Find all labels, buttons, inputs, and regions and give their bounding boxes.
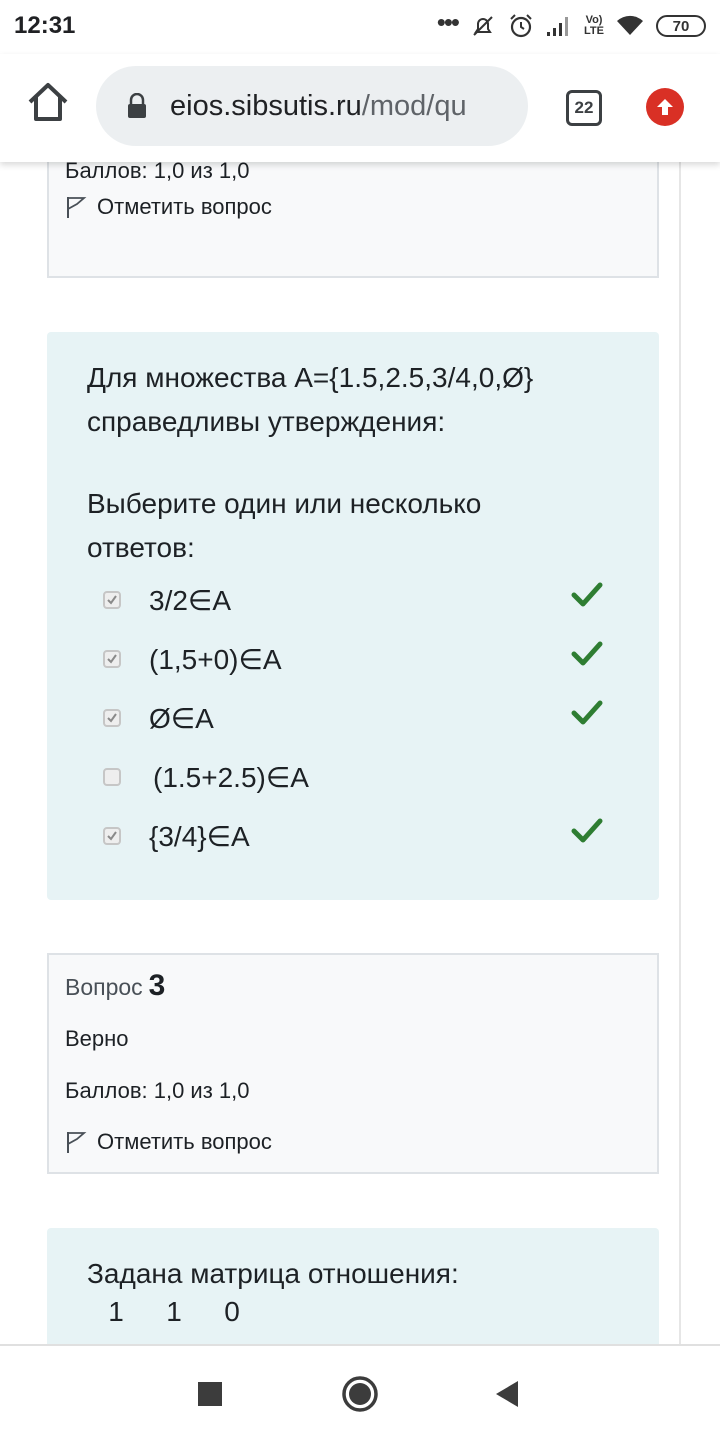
volte-bottom: LTE: [584, 25, 604, 37]
checkbox-tick-icon: [107, 713, 117, 723]
home-circle-icon[interactable]: [340, 1374, 380, 1414]
url-text: eios.sibsutis.ru/mod/qu: [170, 90, 467, 123]
answer-option[interactable]: (1,5+0)∈A: [103, 634, 643, 684]
checkbox-tick-icon: [107, 654, 117, 664]
question4-formulation: Задана матрица отношения: 1 1 0: [47, 1228, 659, 1344]
answer-checkbox[interactable]: [103, 650, 121, 668]
page-content: Баллов: 1,0 из 1,0 Отметить вопрос Для м…: [0, 162, 720, 1344]
correct-check-icon: [571, 700, 603, 725]
checkbox-tick-icon: [107, 831, 117, 841]
alarm-off-icon: [473, 16, 493, 36]
question1-flag-label: Отметить вопрос: [97, 194, 272, 219]
answer-label: 3/2∈A: [149, 584, 231, 616]
question2-instruction-line1: Выберите один или несколько: [87, 488, 482, 519]
browser-toolbar: eios.sibsutis.ru/mod/qu 22: [0, 54, 720, 162]
answer-checkbox[interactable]: [103, 827, 121, 845]
update-button[interactable]: [646, 88, 684, 126]
correct-check-icon: [571, 818, 603, 843]
question3-score: Баллов: 1,0 из 1,0: [65, 1078, 250, 1103]
answer-checkbox[interactable]: [103, 709, 121, 727]
correct-check-icon: [571, 641, 603, 666]
status-icons: ••• Vo) LTE 70: [436, 7, 706, 42]
answer-label: {3/4}∈A: [149, 820, 250, 852]
question2-prompt: Для множества A={1.5,2.5,3/4,0,Ø} справе…: [87, 356, 533, 444]
checkbox-tick-icon: [107, 595, 117, 605]
home-icon[interactable]: [24, 78, 72, 126]
address-bar[interactable]: eios.sibsutis.ru/mod/qu: [96, 66, 528, 146]
system-navigation-bar: [0, 1344, 720, 1440]
question3-label: Вопрос: [65, 974, 143, 1000]
answer-label: (1.5+2.5)∈A: [153, 761, 309, 793]
answer-option[interactable]: 3/2∈A: [103, 575, 643, 625]
question3-status: Верно: [65, 1026, 129, 1051]
page-scroll-edge: [679, 162, 681, 1344]
answer-label: Ø∈A: [149, 702, 214, 734]
question2-instruction-line2: ответов:: [87, 532, 195, 563]
question1-info: Баллов: 1,0 из 1,0 Отметить вопрос: [47, 162, 659, 278]
tab-switcher-button[interactable]: 22: [566, 90, 602, 126]
question2-instruction: Выберите один или несколько ответов:: [87, 482, 481, 570]
recents-square-icon[interactable]: [192, 1376, 228, 1412]
question3-heading: Вопрос 3: [65, 969, 165, 1003]
question4-prompt: Задана матрица отношения:: [87, 1258, 459, 1289]
arrow-up-icon: [657, 99, 673, 115]
question1-score: Баллов: 1,0 из 1,0: [65, 162, 250, 183]
url-path: /mod/qu: [361, 89, 467, 122]
answer-option[interactable]: Ø∈A: [103, 693, 643, 743]
question2-formulation: Для множества A={1.5,2.5,3/4,0,Ø} справе…: [47, 332, 659, 900]
question2-prompt-line1: Для множества A={1.5,2.5,3/4,0,Ø}: [87, 362, 534, 393]
signal-icon: [547, 17, 569, 36]
matrix-cell: 0: [224, 1296, 240, 1327]
flag-icon: [67, 197, 87, 218]
question2-prompt-line2: справедливы утверждения:: [87, 406, 446, 437]
status-time: 12:31: [14, 12, 76, 39]
answer-option[interactable]: (1.5+2.5)∈A: [103, 752, 643, 802]
answer-label: (1,5+0)∈A: [149, 643, 282, 675]
wifi-icon: [617, 15, 643, 35]
volte-indicator: Vo) LTE: [584, 15, 604, 37]
alarm-clock-icon: [510, 14, 532, 38]
question1-flag-link[interactable]: Отметить вопрос: [65, 194, 272, 220]
back-triangle-icon[interactable]: [490, 1376, 526, 1412]
matrix-row: 1 1 0: [87, 1296, 261, 1328]
question3-info: Вопрос 3 Верно Баллов: 1,0 из 1,0 Отметит…: [47, 953, 659, 1174]
flag-icon: [67, 1132, 87, 1153]
matrix-cell: 1: [108, 1296, 124, 1327]
question3-flag-label: Отметить вопрос: [97, 1129, 272, 1154]
url-domain: eios.sibsutis.ru: [170, 89, 362, 122]
answer-checkbox[interactable]: [103, 768, 121, 786]
matrix-cell: 1: [166, 1296, 182, 1327]
battery-indicator: 70: [656, 15, 706, 37]
more-notifications-icon: •••: [436, 7, 460, 37]
lock-icon: [128, 93, 146, 118]
question3-flag-link[interactable]: Отметить вопрос: [65, 1129, 272, 1155]
answer-option[interactable]: {3/4}∈A: [103, 811, 643, 861]
status-bar: 12:31 ••• Vo) LTE 70: [0, 0, 720, 54]
question3-number: 3: [148, 969, 166, 1002]
correct-check-icon: [571, 582, 603, 607]
answer-checkbox[interactable]: [103, 591, 121, 609]
